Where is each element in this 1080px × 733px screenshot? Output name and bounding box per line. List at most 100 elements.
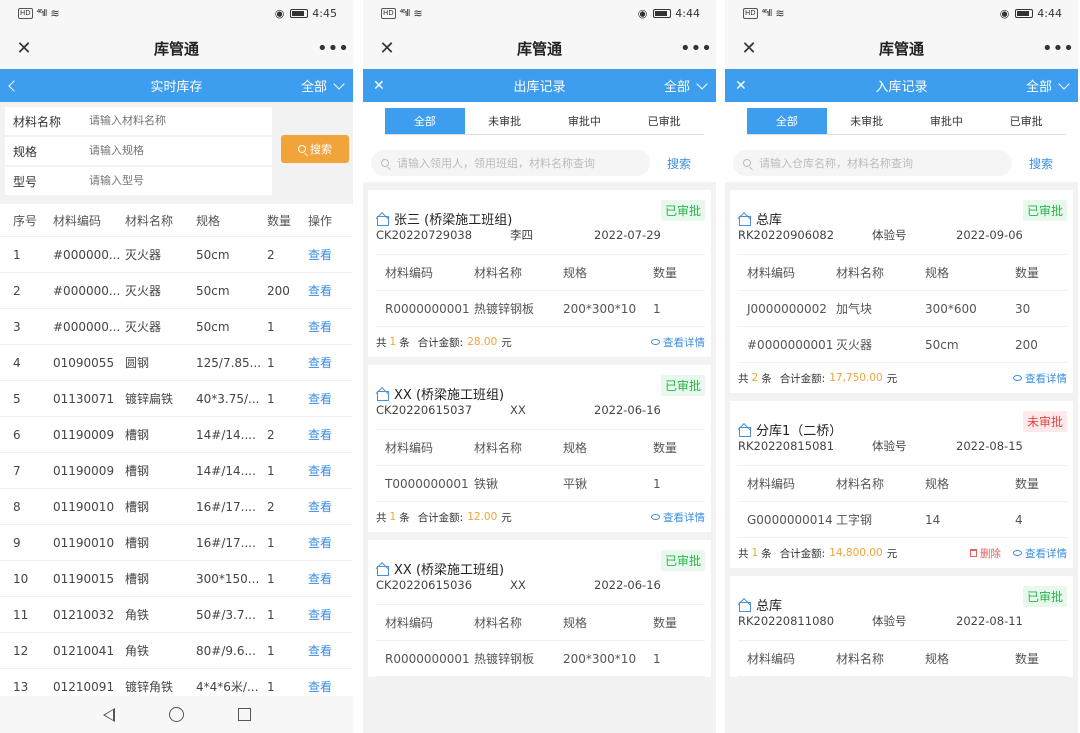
close-page-icon[interactable]: ✕ [735, 78, 747, 94]
record-card[interactable]: 张三 (桥梁施工班组) 已审批 CK20220729038 李四 2022-07-29 材… [368, 190, 711, 357]
table-row: 12 01210041 角铁 80#/9.6... 1 查看 [0, 633, 353, 669]
table-cell: #000000... [53, 283, 121, 298]
view-link[interactable]: 查看 [308, 498, 348, 515]
view-details-button[interactable]: 查看详情 [1013, 371, 1067, 386]
tab-unapproved[interactable]: 未审批 [465, 108, 545, 134]
material-name-field: 材料名称 [5, 107, 272, 135]
item-cell: 1 [653, 651, 661, 666]
col-header: 材料名称 [474, 616, 523, 630]
view-link[interactable]: 查看 [308, 570, 348, 587]
nav-home-icon[interactable] [168, 707, 184, 722]
col-header: 材料编码 [747, 266, 796, 280]
amount-label: 合计金额: [779, 372, 826, 385]
table-cell: 14#/14.... [196, 463, 256, 478]
building-icon [738, 423, 752, 437]
table-cell: 角铁 [125, 644, 150, 658]
search-button[interactable]: 搜索 [1012, 155, 1070, 172]
tab-all[interactable]: 全部 [747, 108, 827, 134]
card-name-text: XX (桥梁施工班组) [394, 563, 505, 578]
more-icon[interactable]: ••• [317, 38, 349, 59]
material-name-input[interactable] [89, 115, 259, 127]
record-date: 2022-08-11 [956, 614, 1023, 628]
table-cell: 1 [267, 643, 275, 658]
view-link[interactable]: 查看 [308, 282, 348, 299]
record-card[interactable]: XX (桥梁施工班组) 已审批 CK20220615037 XX 2022-06-16 材… [368, 365, 711, 532]
record-card[interactable]: 总库 已审批 RK20220906082 体验号 2022-09-06 材料编码 材料名称 规… [730, 190, 1073, 393]
close-page-icon[interactable]: ✕ [373, 78, 385, 94]
search-icon [298, 145, 306, 153]
table-cell: 1 [267, 679, 275, 694]
delete-button[interactable]: 删除 [970, 546, 1001, 561]
search-button[interactable]: 搜索 [650, 155, 708, 172]
filter-value: 全部 [300, 80, 327, 95]
record-card[interactable]: XX (桥梁施工班组) 已审批 CK20220615036 XX 2022-06-16 材… [368, 540, 711, 677]
search-input[interactable]: 请输入领用人，领用班组，材料名称查询 [371, 150, 650, 176]
table-cell: 1 [267, 535, 275, 550]
back-button[interactable] [8, 78, 20, 94]
record-date: 2022-08-15 [956, 439, 1023, 453]
view-link[interactable]: 查看 [308, 246, 348, 263]
item-row: T0000000001 铁锹 平锹 1 [376, 466, 705, 502]
more-icon[interactable]: ••• [680, 38, 712, 59]
filter-dropdown[interactable]: 全部 [1026, 76, 1070, 95]
table-cell: 13 [13, 679, 29, 694]
tab-all[interactable]: 全部 [385, 108, 465, 134]
amount-label: 合计金额: [779, 547, 826, 560]
record-card[interactable]: 分库1（二桥） 未审批 RK20220815081 体验号 2022-08-15 材料编码… [730, 401, 1073, 568]
view-link[interactable]: 查看 [308, 354, 348, 371]
view-details-button[interactable]: 查看详情 [651, 510, 705, 525]
table-cell: 槽钢 [125, 428, 150, 442]
filter-dropdown[interactable]: 全部 [300, 76, 345, 95]
nav-back-icon[interactable] [102, 707, 115, 722]
battery-icon [1015, 9, 1034, 18]
more-icon[interactable]: ••• [1042, 38, 1074, 59]
eye-icon [651, 339, 660, 345]
view-details-button[interactable]: 查看详情 [1013, 546, 1067, 561]
tab-unapproved[interactable]: 未审批 [827, 108, 907, 134]
tab-in-review[interactable]: 审批中 [545, 108, 625, 134]
table-cell: 01190010 [53, 499, 115, 514]
table-cell: 2 [267, 247, 275, 262]
close-icon[interactable]: ✕ [375, 38, 399, 59]
status-tabs: 全部 未审批 审批中 已审批 [725, 102, 1078, 144]
nav-recent-icon[interactable] [237, 708, 251, 721]
search-input[interactable]: 请输入仓库名称，材料名称查询 [733, 150, 1012, 176]
view-link[interactable]: 查看 [308, 318, 348, 335]
record-code: RK20220815081 [738, 439, 835, 453]
view-link[interactable]: 查看 [308, 462, 348, 479]
card-title: 分库1（二桥） [738, 420, 842, 439]
close-icon[interactable]: ✕ [737, 38, 761, 59]
card-footer: 共 1 条合计金额: 12.00 元 查看详情 [376, 502, 705, 532]
search-button[interactable]: 搜索 [281, 135, 349, 163]
view-link[interactable]: 查看 [308, 678, 348, 695]
view-link[interactable]: 查看 [308, 534, 348, 551]
view-link[interactable]: 查看 [308, 642, 348, 659]
record-card[interactable]: 总库 已审批 RK20220811080 体验号 2022-08-11 材料编码 材料名称 规… [730, 576, 1073, 677]
view-link[interactable]: 查看 [308, 426, 348, 443]
item-cell: G0000000014 [747, 512, 833, 527]
table-cell: 50cm [196, 319, 230, 334]
tab-approved[interactable]: 已审批 [986, 108, 1066, 134]
currency-unit: 元 [501, 511, 512, 524]
filter-value: 全部 [663, 80, 690, 95]
model-input[interactable] [89, 175, 259, 187]
col-header: 数量 [1015, 477, 1040, 491]
tab-in-review[interactable]: 审批中 [907, 108, 987, 134]
view-link[interactable]: 查看 [308, 606, 348, 623]
card-actions: 查看详情 [651, 510, 705, 525]
table-cell: 01190009 [53, 463, 115, 478]
status-badge: 已审批 [1022, 200, 1067, 221]
page-header: ✕ 出库记录 全部 [363, 69, 716, 102]
spec-input[interactable] [89, 145, 259, 157]
status-bar: HD ⁴⁶ıll ≋ ◉ 4:45 [0, 0, 353, 27]
table-cell: 40*3.75/... [196, 391, 260, 406]
close-icon[interactable]: ✕ [12, 38, 36, 59]
tab-approved[interactable]: 已审批 [624, 108, 704, 134]
filter-dropdown[interactable]: 全部 [663, 76, 708, 95]
view-details-button[interactable]: 查看详情 [651, 335, 705, 350]
currency-unit: 元 [501, 336, 512, 349]
inventory-screen: HD⁴⁶ıll≋ ◉ 4:45 ✕ 库管通 ••• 实时库存 全部 材料名称 规格… [0, 0, 353, 733]
card-actions: 删除 查看详情 [970, 546, 1067, 561]
signal-icon: ⁴⁶ıll [36, 8, 48, 19]
view-link[interactable]: 查看 [308, 390, 348, 407]
